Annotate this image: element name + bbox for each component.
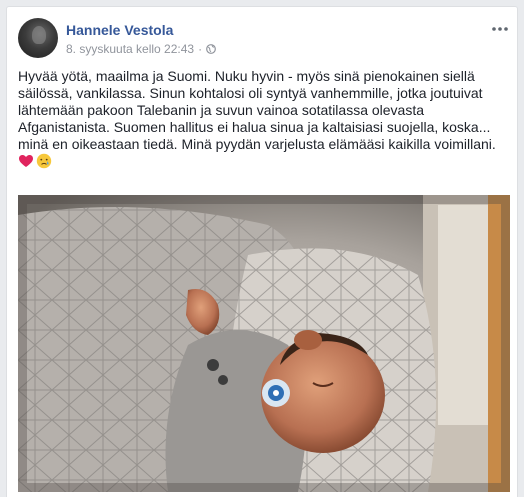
photo-sleeping-baby (18, 195, 510, 492)
post-card: Hannele Vestola 8. syyskuuta kello 22:43… (6, 6, 518, 497)
post-timestamp[interactable]: 8. syyskuuta kello 22:43 (66, 42, 194, 56)
post-text: Hyvää yötä, maailma ja Suomi. Nuku hyvin… (18, 68, 510, 170)
post-body: Hyvää yötä, maailma ja Suomi. Nuku hyvin… (18, 68, 496, 152)
post-photo[interactable] (18, 195, 510, 492)
author-name-link[interactable]: Hannele Vestola (66, 22, 173, 38)
author-avatar[interactable] (18, 18, 58, 58)
more-options-icon[interactable] (491, 24, 509, 34)
globe-icon[interactable] (206, 44, 216, 54)
post-meta: 8. syyskuuta kello 22:43 · (66, 42, 216, 56)
meta-separator: · (198, 42, 203, 56)
crying-face-emoji (36, 153, 52, 169)
heart-emoji (19, 155, 33, 167)
